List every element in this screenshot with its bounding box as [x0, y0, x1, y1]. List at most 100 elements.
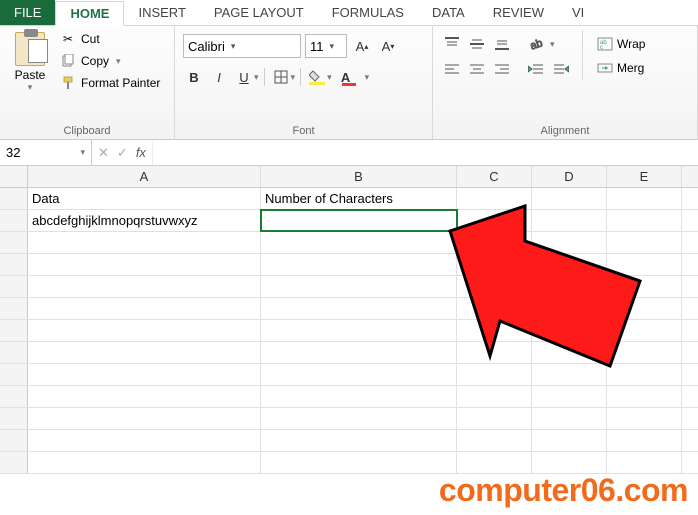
column-header-a[interactable]: A	[28, 166, 261, 187]
cell[interactable]	[457, 276, 532, 297]
cell[interactable]	[532, 232, 607, 253]
cell[interactable]	[607, 364, 682, 385]
tab-page-layout[interactable]: PAGE LAYOUT	[200, 0, 318, 25]
tab-home[interactable]: HOME	[55, 1, 124, 26]
align-bottom-button[interactable]	[491, 34, 513, 54]
cell[interactable]	[457, 210, 532, 231]
cell[interactable]	[457, 298, 532, 319]
cell[interactable]	[261, 364, 457, 385]
row-header[interactable]	[0, 232, 28, 253]
cell[interactable]	[532, 408, 607, 429]
cell[interactable]	[28, 364, 261, 385]
row-header[interactable]	[0, 342, 28, 363]
cell[interactable]	[261, 430, 457, 451]
cell[interactable]	[532, 430, 607, 451]
cell[interactable]	[607, 254, 682, 275]
wrap-text-button[interactable]: abc Wrap	[593, 34, 649, 54]
cell[interactable]	[532, 254, 607, 275]
row-header[interactable]	[0, 452, 28, 473]
column-header-e[interactable]: E	[607, 166, 682, 187]
cell[interactable]	[457, 364, 532, 385]
cell[interactable]	[261, 232, 457, 253]
cell[interactable]	[28, 452, 261, 473]
column-header-c[interactable]: C	[457, 166, 532, 187]
cut-button[interactable]: ✂ Cut	[56, 30, 164, 48]
cell[interactable]	[457, 430, 532, 451]
cell[interactable]	[28, 408, 261, 429]
tab-view[interactable]: VI	[558, 0, 598, 25]
cell[interactable]	[532, 364, 607, 385]
cell[interactable]	[28, 430, 261, 451]
cell[interactable]	[261, 408, 457, 429]
format-painter-button[interactable]: Format Painter	[56, 74, 164, 92]
column-header-b[interactable]: B	[261, 166, 457, 187]
row-header[interactable]	[0, 276, 28, 297]
cell[interactable]	[261, 386, 457, 407]
cell[interactable]	[607, 452, 682, 473]
cancel-formula-button[interactable]: ✕	[98, 145, 109, 161]
cell[interactable]	[457, 254, 532, 275]
cell[interactable]	[607, 210, 682, 231]
cell[interactable]	[532, 188, 607, 209]
cell[interactable]	[457, 452, 532, 473]
row-header[interactable]	[0, 386, 28, 407]
cell[interactable]	[261, 276, 457, 297]
border-button[interactable]	[270, 66, 292, 88]
tab-formulas[interactable]: FORMULAS	[318, 0, 418, 25]
cell[interactable]: Number of Characters	[261, 188, 457, 209]
cell[interactable]	[457, 232, 532, 253]
increase-indent-button[interactable]	[550, 60, 572, 80]
cell[interactable]: Data	[28, 188, 261, 209]
cell[interactable]	[457, 386, 532, 407]
cell[interactable]	[607, 386, 682, 407]
cell[interactable]	[532, 298, 607, 319]
tab-insert[interactable]: INSERT	[124, 0, 199, 25]
fill-color-button[interactable]	[306, 66, 328, 88]
cell[interactable]	[457, 408, 532, 429]
orientation-button[interactable]: ab	[525, 34, 547, 54]
cell[interactable]	[261, 342, 457, 363]
font-name-combo[interactable]: Calibri▾	[183, 34, 301, 58]
cell[interactable]	[532, 452, 607, 473]
copy-button[interactable]: Copy ▾	[56, 52, 164, 70]
align-top-button[interactable]	[441, 34, 463, 54]
cell[interactable]	[607, 342, 682, 363]
name-box[interactable]: 32 ▾	[0, 140, 92, 165]
underline-button[interactable]: U	[233, 66, 255, 88]
cell[interactable]	[28, 386, 261, 407]
cell[interactable]	[28, 254, 261, 275]
row-header[interactable]	[0, 408, 28, 429]
row-header[interactable]	[0, 364, 28, 385]
cell[interactable]	[532, 276, 607, 297]
cell[interactable]	[607, 320, 682, 341]
cell[interactable]	[532, 342, 607, 363]
cell[interactable]	[607, 232, 682, 253]
fill-handle[interactable]	[455, 229, 461, 235]
italic-button[interactable]: I	[208, 66, 230, 88]
merge-button[interactable]: Merg	[593, 58, 649, 78]
cell[interactable]	[457, 342, 532, 363]
cell[interactable]	[532, 320, 607, 341]
cell[interactable]	[532, 210, 607, 231]
cell[interactable]	[261, 452, 457, 473]
cell[interactable]	[28, 276, 261, 297]
tab-file[interactable]: FILE	[0, 0, 55, 25]
row-header[interactable]	[0, 254, 28, 275]
bold-button[interactable]: B	[183, 66, 205, 88]
cell[interactable]	[457, 320, 532, 341]
increase-font-button[interactable]: A▴	[351, 35, 373, 57]
cell[interactable]	[607, 276, 682, 297]
cell[interactable]	[261, 254, 457, 275]
paste-button[interactable]: Paste ▾	[8, 30, 52, 93]
align-right-button[interactable]	[491, 60, 513, 80]
cell[interactable]	[28, 232, 261, 253]
decrease-font-button[interactable]: A▾	[377, 35, 399, 57]
select-all-corner[interactable]	[0, 166, 28, 187]
align-left-button[interactable]	[441, 60, 463, 80]
cell[interactable]	[532, 386, 607, 407]
cell-selected[interactable]	[261, 210, 457, 231]
cell[interactable]	[607, 298, 682, 319]
row-header[interactable]	[0, 298, 28, 319]
align-center-button[interactable]	[466, 60, 488, 80]
cell[interactable]	[607, 430, 682, 451]
